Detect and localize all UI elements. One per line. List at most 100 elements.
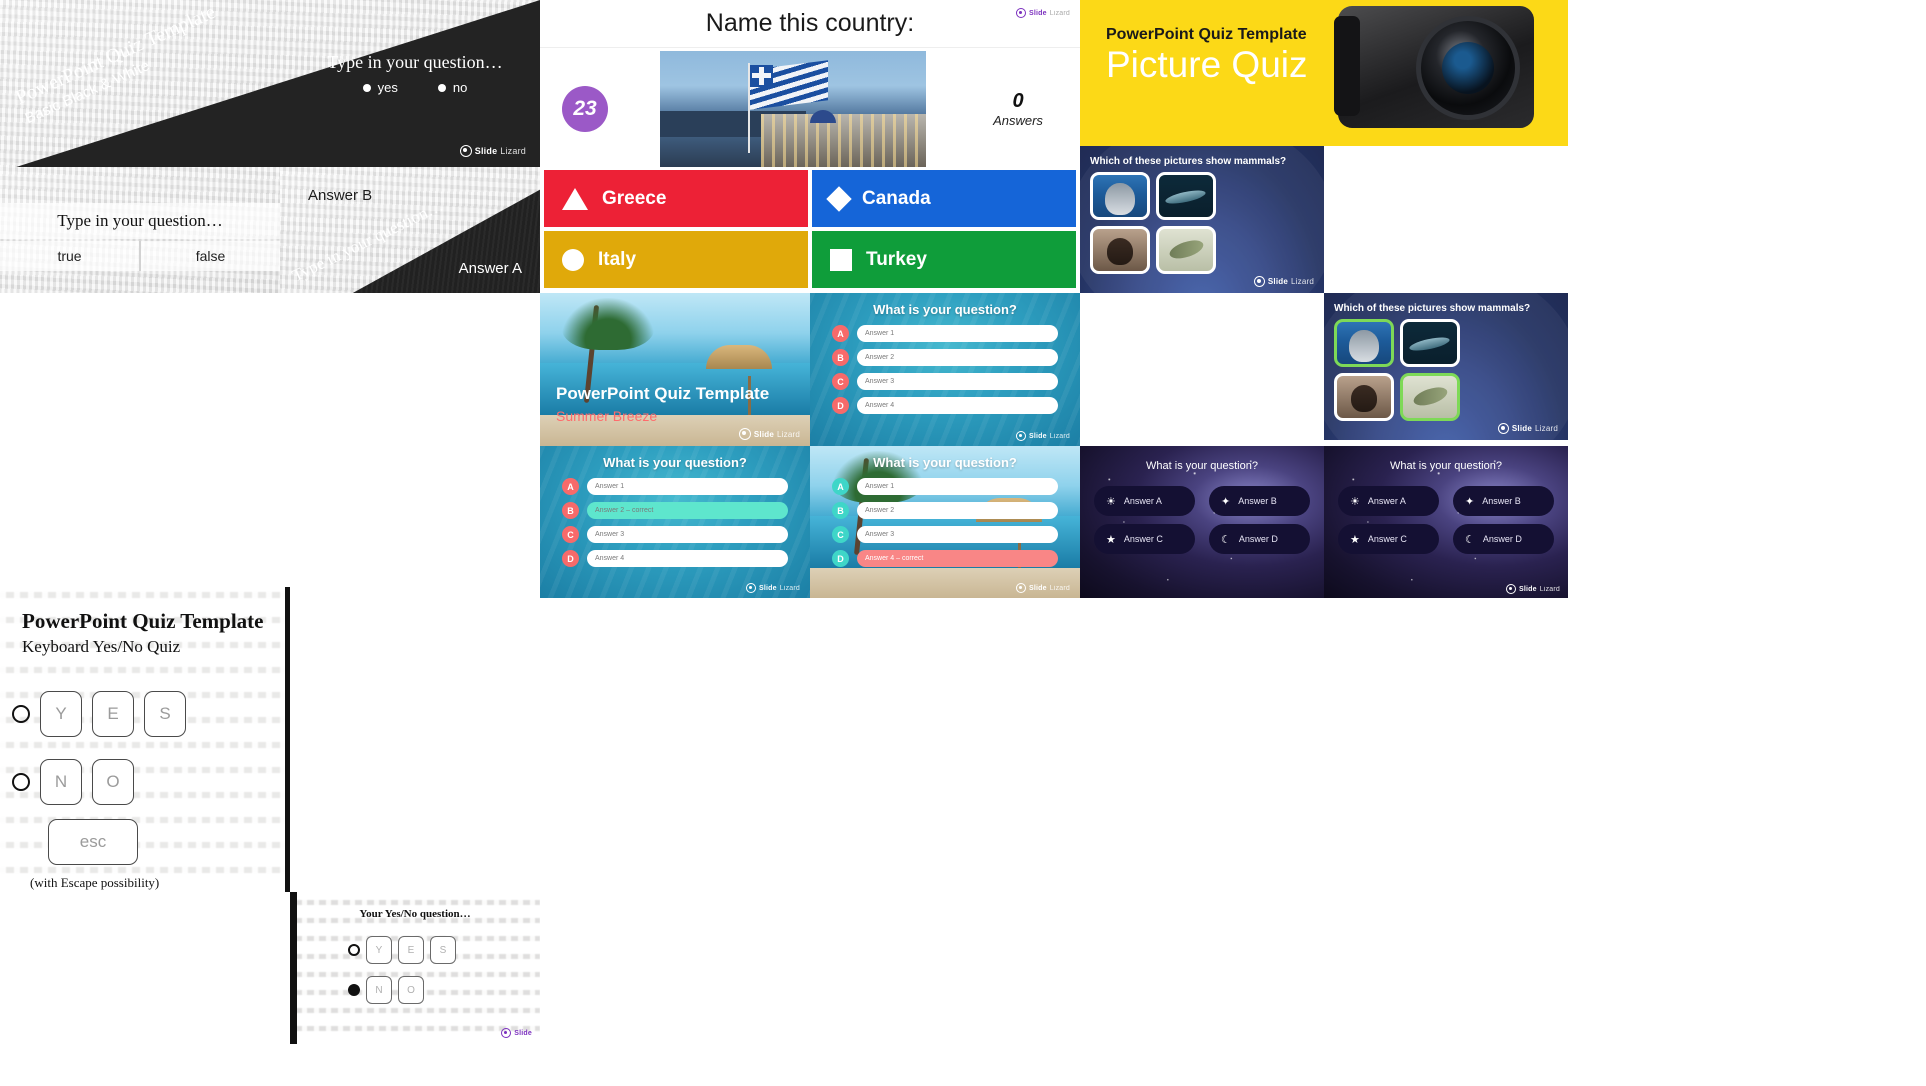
answer-row-correct[interactable]: B Answer 2 – correct	[562, 502, 788, 519]
radio-yes-icon[interactable]	[348, 944, 360, 956]
answer-b[interactable]: ✦ Answer B	[1453, 486, 1554, 516]
answer-text-correct[interactable]: Answer 4 – correct	[857, 550, 1058, 567]
picture-bat[interactable]	[1090, 226, 1150, 274]
brand-name-a: Slide	[514, 1029, 532, 1037]
picture-dolphin[interactable]	[1090, 172, 1150, 220]
option-false[interactable]: false	[141, 241, 280, 271]
yes-key-row[interactable]: Y E S	[12, 691, 186, 737]
answer-c[interactable]: ★ Answer C	[1094, 524, 1195, 554]
brand-name-a: Slide	[1511, 424, 1532, 433]
key-o[interactable]: O	[398, 976, 424, 1004]
answer-a[interactable]: ☀ Answer A	[1094, 486, 1195, 516]
answer-options: true false	[0, 241, 280, 271]
diamond-icon	[826, 185, 852, 212]
slidelizard-icon	[501, 1028, 512, 1038]
option-italy[interactable]: Italy	[544, 231, 808, 288]
slide-picture-quiz-title[interactable]: PowerPoint Quiz Template Picture Quiz	[1080, 0, 1568, 146]
slide-answer-ab[interactable]: Answer B Type in your question… Answer A	[280, 167, 540, 293]
option-greece[interactable]: Greece	[544, 170, 808, 227]
answer-text[interactable]: Answer 1	[857, 478, 1058, 495]
slidelizard-logo: Slide Lizard	[746, 583, 800, 593]
no-key-row[interactable]: N O	[12, 759, 134, 805]
answer-text[interactable]: Answer 3	[857, 526, 1058, 543]
brand-name-a: Slide	[1029, 9, 1047, 17]
sparkle-icon: ✦	[1221, 495, 1231, 508]
answer-text[interactable]: Answer 4	[857, 397, 1058, 414]
slide-name-this-country[interactable]: Name this country: Slide Lizard 23 0 Answ…	[540, 0, 1080, 293]
picture-lizard-selected[interactable]	[1400, 373, 1460, 421]
key-n[interactable]: N	[366, 976, 392, 1004]
key-s[interactable]: S	[144, 691, 186, 737]
question-text: What is your question?	[873, 302, 1017, 317]
key-esc[interactable]: esc	[48, 819, 138, 865]
brand-name-a: Slide	[1029, 432, 1047, 440]
option-yes[interactable]: yes	[362, 80, 398, 95]
answer-text[interactable]: Answer 2	[857, 502, 1058, 519]
answer-row[interactable]: B Answer 2	[832, 502, 1058, 519]
answer-row[interactable]: C Answer 3	[832, 526, 1058, 543]
key-y[interactable]: Y	[366, 936, 392, 964]
answer-row[interactable]: A Answer 1	[832, 325, 1058, 342]
picture-shark[interactable]	[1400, 319, 1460, 367]
radio-no-icon[interactable]	[12, 773, 30, 791]
answer-row[interactable]: D Answer 4	[562, 550, 788, 567]
slidelizard-logo: Slide Lizard	[1016, 583, 1070, 593]
slide-galaxy-question-right[interactable]: What is your question? ☀ Answer A ✦ Answ…	[1324, 446, 1568, 598]
option-canada[interactable]: Canada	[812, 170, 1076, 227]
slide-summer-answers-b[interactable]: What is your question? A Answer 1 B Answ…	[540, 446, 810, 598]
radio-yes-icon[interactable]	[12, 705, 30, 723]
slidelizard-icon	[1016, 583, 1026, 593]
answer-text[interactable]: Answer 3	[587, 526, 788, 543]
slide-basic-bw-title[interactable]: PowerPoint Quiz Template Basic Black & W…	[0, 0, 540, 167]
slide-mammals-answer[interactable]: Which of these pictures show mammals? Sl…	[1324, 293, 1568, 440]
slide-summer-answers-c[interactable]: What is your question? A Answer 1 B Answ…	[810, 446, 1080, 598]
answer-text-correct[interactable]: Answer 2 – correct	[587, 502, 788, 519]
answer-a[interactable]: ☀ Answer A	[1338, 486, 1439, 516]
answer-letter-b: B	[562, 502, 579, 519]
option-true[interactable]: true	[0, 241, 141, 271]
picture-lizard[interactable]	[1156, 226, 1216, 274]
answer-row-correct[interactable]: D Answer 4 – correct	[832, 550, 1058, 567]
answer-text[interactable]: Answer 1	[587, 478, 788, 495]
answer-row[interactable]: B Answer 2	[832, 349, 1058, 366]
answer-row[interactable]: D Answer 4	[832, 397, 1058, 414]
answer-row[interactable]: C Answer 3	[562, 526, 788, 543]
slide-title: PowerPoint Quiz Template	[22, 609, 264, 633]
answer-row[interactable]: C Answer 3	[832, 373, 1058, 390]
picture-dolphin-selected[interactable]	[1334, 319, 1394, 367]
escape-key-row[interactable]: esc	[48, 819, 138, 865]
slide-mammals-question[interactable]: Which of these pictures show mammals? Sl…	[1080, 146, 1324, 293]
slide-summer-answers-a[interactable]: What is your question? A Answer 1 B Answ…	[810, 293, 1080, 446]
slide-summer-breeze-title[interactable]: PowerPoint Quiz Template Summer Breeze S…	[540, 293, 810, 446]
picture-shark[interactable]	[1156, 172, 1216, 220]
option-turkey[interactable]: Turkey	[812, 231, 1076, 288]
picture-bat[interactable]	[1334, 373, 1394, 421]
key-e[interactable]: E	[92, 691, 134, 737]
answer-b[interactable]: ✦ Answer B	[1209, 486, 1310, 516]
yes-key-row[interactable]: Y E S	[348, 936, 456, 964]
slide-galaxy-question-left[interactable]: What is your question? ☀ Answer A ✦ Answ…	[1080, 446, 1324, 598]
question-text: Your Yes/No question…	[359, 908, 471, 920]
slide-keyboard-yesno[interactable]: PowerPoint Quiz Template Keyboard Yes/No…	[0, 587, 290, 892]
answer-c[interactable]: ★ Answer C	[1338, 524, 1439, 554]
answer-d[interactable]: ☾ Answer D	[1453, 524, 1554, 554]
key-y[interactable]: Y	[40, 691, 82, 737]
answer-row[interactable]: A Answer 1	[562, 478, 788, 495]
slide-mini-yesno-top[interactable]: Your Yes/No question… Y E S N O Slide	[290, 892, 540, 1044]
answer-list: A Answer 1 B Answer 2 – correct C Answer…	[562, 478, 788, 567]
answer-text[interactable]: Answer 4	[587, 550, 788, 567]
key-s[interactable]: S	[430, 936, 456, 964]
answer-text[interactable]: Answer 1	[857, 325, 1058, 342]
key-o[interactable]: O	[92, 759, 134, 805]
no-key-row[interactable]: N O	[348, 976, 424, 1004]
answer-row[interactable]: A Answer 1	[832, 478, 1058, 495]
answer-label: Answer B	[1238, 496, 1277, 506]
answer-text[interactable]: Answer 3	[857, 373, 1058, 390]
key-n[interactable]: N	[40, 759, 82, 805]
answer-text[interactable]: Answer 2	[857, 349, 1058, 366]
slide-true-false[interactable]: Type in your question… true false	[0, 167, 280, 293]
option-no[interactable]: no	[437, 80, 467, 95]
key-e[interactable]: E	[398, 936, 424, 964]
radio-no-icon-selected[interactable]	[348, 984, 360, 996]
answer-d[interactable]: ☾ Answer D	[1209, 524, 1310, 554]
